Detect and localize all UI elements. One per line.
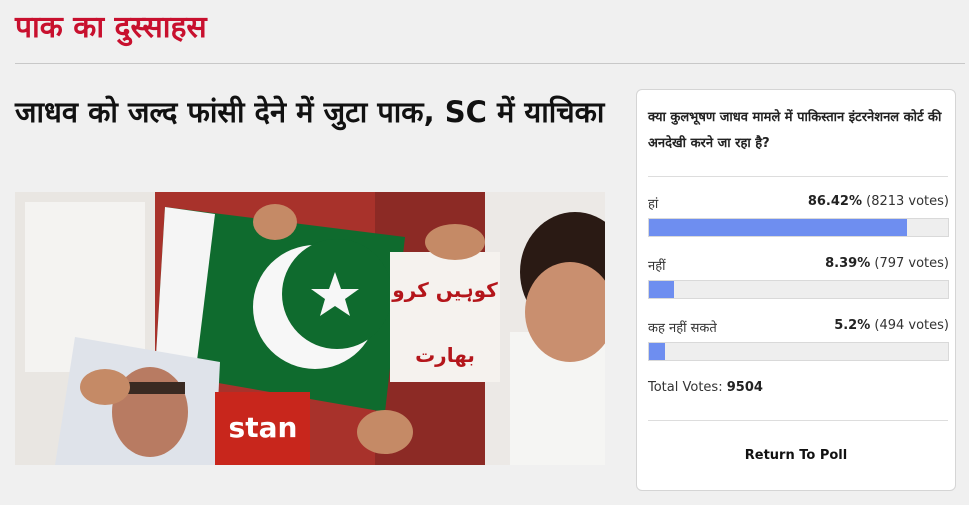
poll-question: क्या कुलभूषण जाधव मामले में पाकिस्तान इं…: [648, 110, 942, 151]
section-title[interactable]: पाक का दुस्साहस: [15, 8, 207, 48]
total-votes-label: Total Votes:: [648, 380, 723, 395]
poll-bar-fill: [649, 281, 675, 298]
total-votes: Total Votes: 9504: [648, 380, 763, 395]
poll-option-result: 5.2% (494 votes): [834, 318, 949, 333]
poll-option-percent: 8.39%: [825, 256, 871, 271]
poll-widget: क्या कुलभूषण जाधव मामले में पाकिस्तान इं…: [636, 89, 956, 491]
poll-bar-fill: [649, 343, 665, 360]
article-headline[interactable]: जाधव को जल्द फांसी देने में जुटा पाक, SC…: [15, 90, 605, 135]
poll-bar-track: [648, 218, 949, 237]
article-image[interactable]: کوہیں کرو بھارت stan: [15, 192, 605, 465]
poll-option-votes: (797 votes): [874, 256, 949, 271]
poll-option-label: कह नहीं सकते: [648, 321, 717, 336]
poll-bar-fill: [649, 219, 908, 236]
total-votes-value: 9504: [726, 380, 763, 395]
poll-option-result: 8.39% (797 votes): [825, 256, 949, 271]
poll-bar-track: [648, 342, 949, 361]
banner-text: stan: [229, 411, 298, 444]
poll-option-votes: (8213 votes): [866, 194, 949, 209]
poll-option-votes: (494 votes): [874, 318, 949, 333]
poll-option-percent: 86.42%: [807, 194, 862, 209]
protest-photo: کوہیں کرو بھارت stan: [15, 192, 605, 465]
divider: [15, 63, 965, 64]
return-to-poll-button[interactable]: Return To Poll: [637, 448, 955, 463]
poll-option-percent: 5.2%: [834, 318, 871, 333]
poll-option-label: नहीं: [648, 259, 666, 274]
poll-divider: [648, 176, 948, 177]
sign-text-2: بھارت: [415, 343, 475, 367]
poll-option-result: 86.42% (8213 votes): [808, 194, 949, 209]
poll-divider: [648, 420, 948, 421]
sign-text-1: کوہیں کرو: [391, 278, 498, 302]
poll-option-label: हां: [648, 197, 659, 212]
poll-bar-track: [648, 280, 949, 299]
